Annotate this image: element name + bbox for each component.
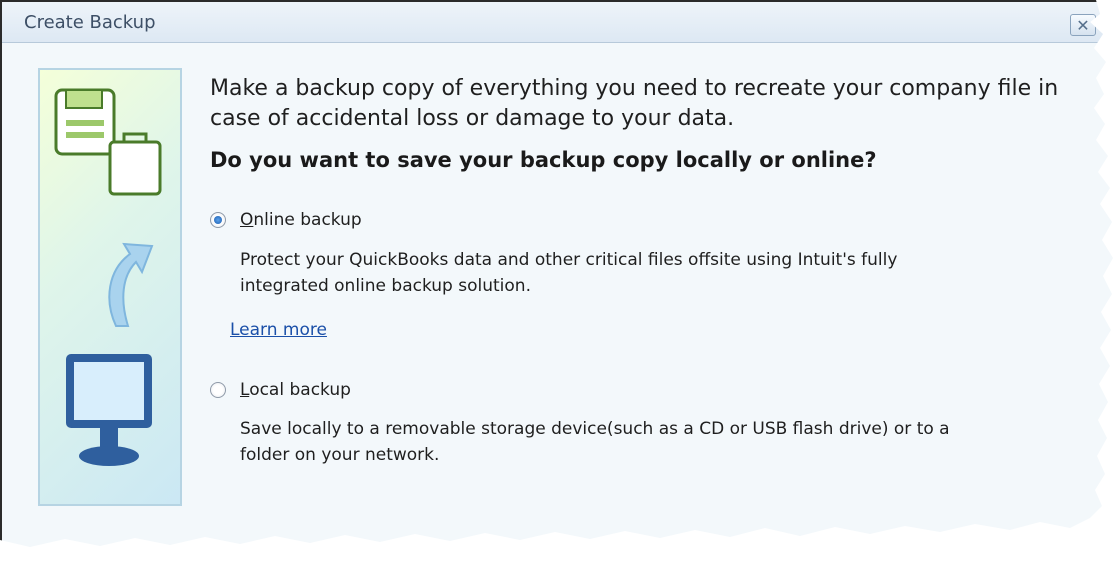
learn-more-link[interactable]: Learn more xyxy=(230,320,327,340)
briefcase-icon xyxy=(108,132,162,196)
close-button[interactable]: ✕ xyxy=(1070,14,1096,36)
monitor-icon xyxy=(66,354,152,466)
window-title: Create Backup xyxy=(24,12,156,33)
illustration-panel xyxy=(38,68,182,506)
online-backup-label[interactable]: Online backup xyxy=(240,210,362,230)
create-backup-dialog: Create Backup ✕ Make a backup copy of ev… xyxy=(0,0,1113,547)
local-backup-label[interactable]: Local backup xyxy=(240,380,351,400)
online-backup-radio[interactable] xyxy=(210,212,226,228)
curved-arrow-icon xyxy=(108,242,154,327)
title-bar: Create Backup ✕ xyxy=(2,2,1113,43)
floppy-disk-icon xyxy=(54,88,162,196)
content-area: Make a backup copy of everything you nee… xyxy=(210,74,1090,172)
local-backup-option[interactable]: Local backup xyxy=(210,380,351,400)
question-heading: Do you want to save your backup copy loc… xyxy=(210,148,877,172)
online-backup-description: Protect your QuickBooks data and other c… xyxy=(240,250,898,296)
local-backup-description: Save locally to a removable storage devi… xyxy=(240,419,950,465)
online-backup-option[interactable]: Online backup xyxy=(210,210,362,230)
local-backup-radio[interactable] xyxy=(210,382,226,398)
intro-text: Make a backup copy of everything you nee… xyxy=(210,76,1059,131)
